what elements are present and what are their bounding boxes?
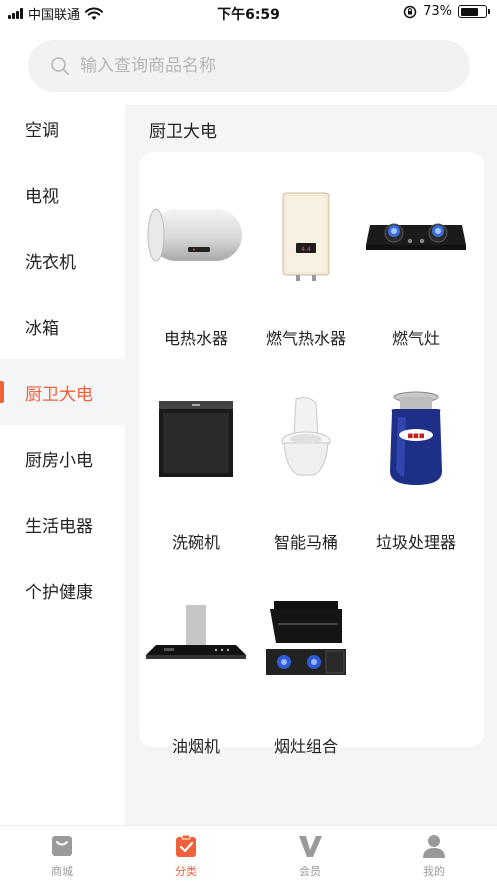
search-input[interactable]: [80, 56, 440, 76]
sidebar-item-label: 厨房小电: [25, 450, 93, 471]
sidebar-item-life-appliances[interactable]: 生活电器: [0, 491, 125, 557]
search-icon: [51, 57, 69, 75]
electric-water-heater-icon: [147, 208, 242, 262]
product-name: 油烟机: [171, 737, 220, 756]
product-gas-stove[interactable]: 燃气灶: [361, 185, 471, 348]
product-garbage-disposer[interactable]: ■■■ 垃圾处理器: [361, 389, 471, 552]
product-grid: 电热水器 4.4 燃气热水器 燃气灶 洗碗机 智能马桶 ■■■ 垃圾处理器 油烟…: [139, 152, 484, 756]
sidebar-item-label: 冰箱: [25, 318, 59, 339]
garbage-disposer-icon: ■■■: [390, 391, 442, 485]
product-name: 燃气灶: [391, 329, 440, 348]
section-title: 厨卫大电: [149, 122, 217, 142]
svg-text:■■■: ■■■: [407, 433, 424, 440]
tab-member[interactable]: 会员: [270, 832, 350, 882]
battery-percent: 73%: [423, 4, 452, 19]
member-v-icon: [299, 836, 322, 857]
sidebar-item-label: 空调: [25, 120, 59, 141]
sidebar-item-personal-care[interactable]: 个护健康: [0, 557, 125, 623]
product-name: 智能马桶: [273, 533, 338, 552]
gas-stove-icon: [366, 223, 466, 250]
sidebar-item-label: 厨卫大电: [25, 384, 93, 405]
sidebar-item-air-conditioner[interactable]: 空调: [0, 95, 125, 161]
sidebar-item-label: 洗衣机: [25, 252, 76, 273]
tab-mine[interactable]: 我的: [394, 832, 474, 882]
tab-label: 商城: [51, 865, 73, 878]
product-name: 电热水器: [163, 329, 228, 348]
dishwasher-icon: [159, 401, 233, 477]
search-bar[interactable]: [28, 40, 470, 92]
product-gas-water-heater[interactable]: 4.4 燃气热水器: [251, 185, 361, 348]
smart-toilet-icon: [281, 397, 331, 476]
category-sidebar: 空调 电视 洗衣机 冰箱 厨卫大电 厨房小电 生活电器 个护健康: [0, 105, 125, 825]
tab-label: 我的: [423, 865, 445, 878]
product-name: 洗碗机: [171, 533, 220, 552]
product-hood-stove-combo[interactable]: 烟灶组合: [251, 593, 361, 756]
sidebar-item-refrigerator[interactable]: 冰箱: [0, 293, 125, 359]
sidebar-item-washing-machine[interactable]: 洗衣机: [0, 227, 125, 293]
hood-stove-combo-icon: [266, 601, 346, 675]
product-name: 燃气热水器: [265, 329, 346, 348]
clipboard-check-icon: [176, 834, 196, 857]
shopping-bag-icon: [52, 836, 72, 856]
tab-label: 会员: [299, 865, 321, 878]
range-hood-icon: [146, 605, 246, 659]
sidebar-item-tv[interactable]: 电视: [0, 161, 125, 227]
bottom-tab-bar: 商城 分类 会员 我的: [0, 825, 497, 883]
sidebar-item-kitchen-small[interactable]: 厨房小电: [0, 425, 125, 491]
sidebar-item-label: 个护健康: [25, 582, 93, 603]
gas-water-heater-icon: 4.4: [282, 192, 330, 281]
product-smart-toilet[interactable]: 智能马桶: [251, 389, 361, 552]
status-bar: 中国联通 下午6:59 73%: [0, 0, 497, 26]
product-range-hood[interactable]: 油烟机: [141, 593, 251, 756]
battery-icon: [458, 5, 490, 18]
tab-category[interactable]: 分类: [146, 832, 226, 882]
product-electric-water-heater[interactable]: 电热水器: [141, 185, 251, 348]
svg-text:4.4: 4.4: [301, 246, 311, 253]
product-name: 垃圾处理器: [375, 533, 456, 552]
status-right: 73%: [403, 4, 490, 19]
tab-mall[interactable]: 商城: [22, 832, 102, 882]
battery-fill: [460, 7, 479, 16]
sidebar-item-label: 电视: [25, 186, 59, 207]
sidebar-item-label: 生活电器: [25, 516, 93, 537]
product-dishwasher[interactable]: 洗碗机: [141, 389, 251, 552]
category-content: 厨卫大电 电热水器 4.4 燃气热水器 燃气灶 洗碗机 智能马桶 ■■■ 垃圾处…: [125, 105, 497, 825]
sidebar-item-kitchen-bath[interactable]: 厨卫大电: [0, 359, 125, 425]
tab-label: 分类: [175, 865, 197, 878]
rotation-lock-icon: [403, 5, 417, 18]
product-name: 烟灶组合: [273, 737, 338, 756]
person-icon: [423, 835, 445, 858]
